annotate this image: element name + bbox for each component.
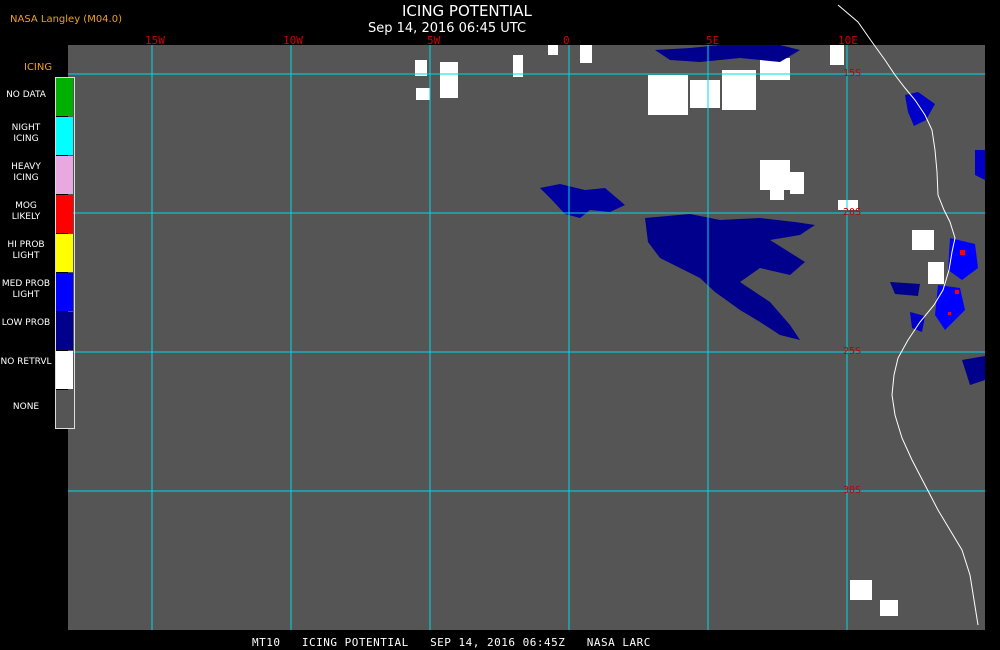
legend-label: HEAVY ICING: [11, 162, 41, 183]
legend-border: [55, 77, 75, 429]
lat-label-25s: 25S: [843, 346, 862, 357]
map-timestamp: Sep 14, 2016 06:45 UTC: [368, 21, 527, 36]
legend-label: NONE: [12, 402, 40, 412]
lon-label-10e: 10E: [838, 34, 858, 47]
lon-label-10w: 10W: [283, 34, 303, 47]
icing-map: [0, 0, 1000, 650]
lon-label-5e: 5E: [706, 34, 720, 47]
provider-label: NASA Langley (M04.0): [10, 14, 122, 25]
lon-label-5w: 5W: [427, 34, 441, 47]
legend-label: NO RETRVL: [0, 357, 52, 367]
map-title: ICING POTENTIAL: [402, 2, 532, 20]
lon-label-15w: 15W: [145, 34, 165, 47]
legend-title: ICING: [24, 62, 53, 73]
legend-label: HI PROB LIGHT: [7, 240, 45, 261]
lat-label-20s: 20S: [843, 207, 862, 218]
lat-label-30s: 30S: [843, 485, 862, 496]
lon-label-0: 0: [563, 34, 570, 47]
legend-label: LOW PROB: [1, 318, 51, 328]
legend-label: NO DATA: [6, 90, 46, 100]
legend-label: MOG LIKELY: [11, 201, 41, 222]
legend-label: MED PROB LIGHT: [1, 279, 51, 300]
lat-label-15s: 15S: [843, 68, 862, 79]
footer-caption: MT10 ICING POTENTIAL SEP 14, 2016 06:45Z…: [252, 636, 651, 649]
legend-label: NIGHT ICING: [11, 123, 41, 144]
